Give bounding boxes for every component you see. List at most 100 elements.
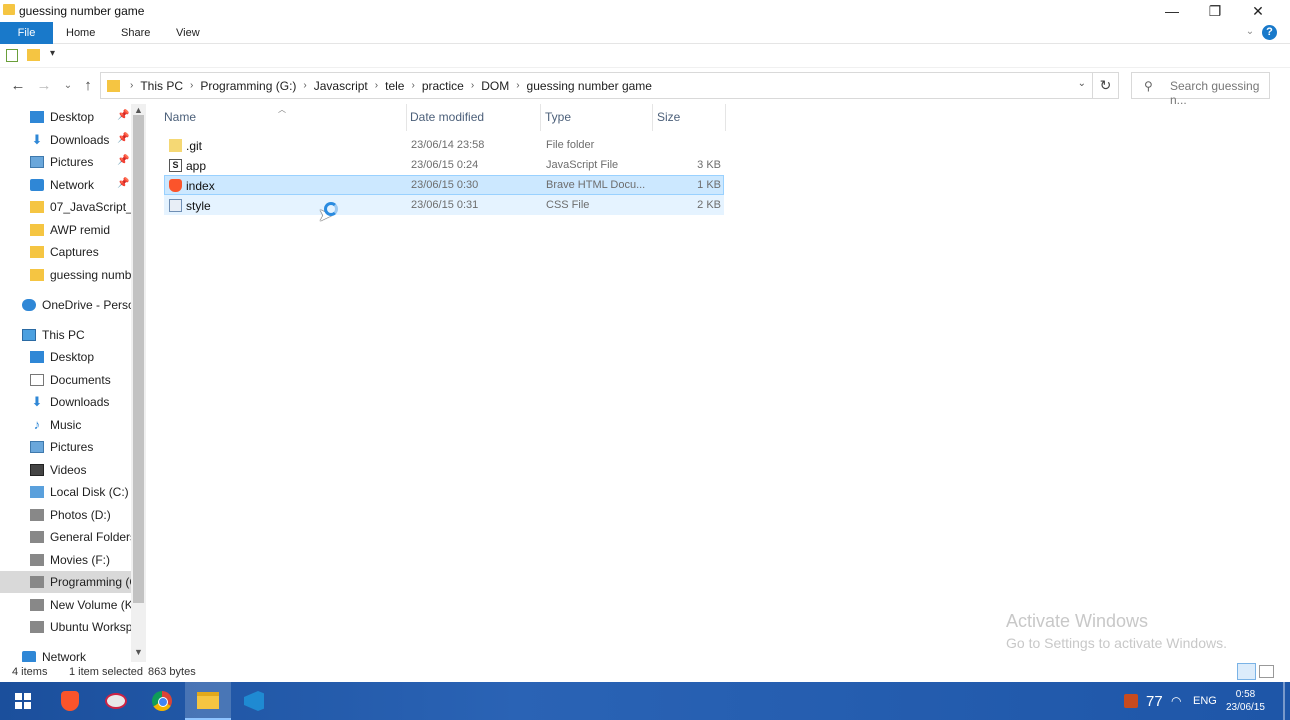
sidebar-item-network[interactable]: Network 📌: [0, 174, 131, 196]
show-desktop-button[interactable]: [1283, 682, 1285, 720]
breadcrumb-item[interactable]: Javascript: [314, 79, 368, 93]
taskbar-vscode[interactable]: [231, 682, 277, 720]
search-placeholder: Search guessing n...: [1170, 79, 1260, 107]
refresh-button[interactable]: ↻: [1093, 72, 1119, 99]
forward-button[interactable]: →: [34, 76, 54, 96]
column-header-size[interactable]: Size: [653, 104, 726, 131]
large-icons-view-icon[interactable]: [1259, 665, 1274, 678]
column-header-date[interactable]: Date modified: [406, 104, 541, 131]
column-header-name[interactable]: Name: [160, 104, 407, 131]
sidebar-item-drive[interactable]: Movies (F:): [0, 549, 131, 571]
sidebar-item-videos[interactable]: Videos: [0, 459, 131, 481]
sidebar-item-network[interactable]: Network: [0, 646, 131, 662]
expand-ribbon-icon[interactable]: ⌄: [1243, 26, 1257, 40]
taskbar-chrome[interactable]: [139, 682, 185, 720]
tab-home[interactable]: Home: [66, 22, 95, 44]
back-button[interactable]: ←: [8, 76, 28, 96]
recording-icon[interactable]: [1124, 694, 1138, 708]
sidebar-item-folder[interactable]: Captures: [0, 241, 131, 263]
sidebar-item-programming[interactable]: Programming (G: [0, 571, 131, 593]
folder-icon: [30, 201, 44, 213]
disk-icon: [30, 486, 44, 498]
sidebar-item-folder[interactable]: 07_JavaScript_in_: [0, 196, 131, 218]
breadcrumb-item[interactable]: This PC: [140, 79, 183, 93]
column-header-type[interactable]: Type: [541, 104, 653, 131]
breadcrumb-item[interactable]: tele: [385, 79, 404, 93]
up-button[interactable]: ↑: [78, 76, 98, 96]
scroll-up-icon[interactable]: ▲: [134, 105, 143, 115]
pictures-icon: [30, 156, 44, 168]
file-row[interactable]: S app 23/06/15 0:24 JavaScript File 3 KB: [164, 155, 724, 175]
item-count: 4 items: [12, 666, 48, 678]
videos-icon: [30, 464, 44, 476]
sidebar-item-drive[interactable]: General Folders (: [0, 526, 131, 548]
file-row[interactable]: .git 23/06/14 23:58 File folder: [164, 135, 724, 155]
maximize-button[interactable]: ❐: [1193, 0, 1237, 22]
pin-icon: 📌: [117, 133, 130, 144]
sidebar-item-drive[interactable]: New Volume (K:): [0, 594, 131, 616]
sidebar-item-desktop[interactable]: Desktop: [0, 346, 131, 368]
recent-locations-button[interactable]: ⌄: [58, 76, 78, 96]
sidebar-item-folder[interactable]: AWP remid: [0, 219, 131, 241]
taskbar-editor[interactable]: [93, 682, 139, 720]
drive-icon: [30, 509, 44, 521]
customize-toolbar-icon[interactable]: ▾: [50, 48, 55, 59]
breadcrumb-item[interactable]: Programming (G:): [200, 79, 296, 93]
sidebar-item-local-disk[interactable]: Local Disk (C:): [0, 481, 131, 503]
pc-icon: [22, 329, 36, 341]
chrome-icon: [152, 691, 172, 711]
sidebar-item-folder[interactable]: guessing numbe: [0, 264, 131, 286]
sidebar-item-drive[interactable]: Photos (D:): [0, 504, 131, 526]
sidebar-scrollbar[interactable]: ▲ ▼: [131, 104, 146, 662]
properties-icon[interactable]: [6, 49, 18, 62]
pin-icon: 📌: [117, 155, 130, 166]
windows-logo-icon: [15, 693, 31, 709]
breadcrumb-item[interactable]: practice: [422, 79, 464, 93]
tab-view[interactable]: View: [176, 22, 200, 44]
wifi-icon[interactable]: ◠: [1171, 682, 1181, 720]
sidebar-item-documents[interactable]: Documents: [0, 369, 131, 391]
sidebar-item-this-pc[interactable]: This PC: [0, 324, 131, 346]
sidebar-item-downloads[interactable]: ⬇ Downloads: [0, 391, 131, 413]
selection-size: 863 bytes: [148, 666, 196, 678]
temperature[interactable]: 77: [1146, 682, 1163, 720]
tab-share[interactable]: Share: [121, 22, 150, 44]
clock[interactable]: 0:58 23/06/15: [1226, 682, 1265, 720]
taskbar-file-explorer[interactable]: [185, 682, 231, 720]
scroll-down-icon[interactable]: ▼: [134, 647, 143, 657]
sidebar-item-pictures[interactable]: Pictures: [0, 436, 131, 458]
vscode-icon: [244, 691, 264, 711]
ribbon-tabs: File Home Share View ⌄ ?: [0, 22, 1290, 44]
address-dropdown-icon[interactable]: ⌄: [1078, 78, 1086, 89]
desktop-icon: [30, 111, 44, 123]
start-button[interactable]: [0, 682, 46, 720]
documents-icon: [30, 374, 44, 386]
breadcrumb-item[interactable]: DOM: [481, 79, 509, 93]
taskbar-brave[interactable]: [47, 682, 93, 720]
tab-file[interactable]: File: [0, 22, 53, 44]
sidebar-item-desktop[interactable]: Desktop 📌: [0, 106, 131, 128]
help-icon[interactable]: ?: [1262, 25, 1277, 40]
taskbar: 77 ◠ ENG 0:58 23/06/15: [0, 682, 1290, 720]
new-folder-icon[interactable]: [27, 49, 40, 61]
status-bar: 4 items 1 item selected 863 bytes: [0, 662, 1290, 682]
details-view-icon[interactable]: [1237, 663, 1256, 680]
breadcrumb: › This PC › Programming (G:) › Javascrip…: [130, 78, 652, 93]
sidebar-item-drive[interactable]: Ubuntu Workspa: [0, 616, 131, 638]
sidebar-item-downloads[interactable]: ⬇ Downloads 📌: [0, 129, 131, 151]
breadcrumb-item[interactable]: guessing number game: [527, 79, 652, 93]
sidebar-item-pictures[interactable]: Pictures 📌: [0, 151, 131, 173]
scrollbar-thumb[interactable]: [133, 115, 144, 603]
file-row[interactable]: style 23/06/15 0:31 CSS File 2 KB: [164, 195, 724, 215]
sidebar-item-music[interactable]: ♪ Music: [0, 414, 131, 436]
close-button[interactable]: ✕: [1236, 0, 1280, 22]
file-row[interactable]: index 23/06/15 0:30 Brave HTML Docu... 1…: [164, 175, 724, 195]
sidebar-item-onedrive[interactable]: OneDrive - Person: [0, 294, 131, 316]
quick-access-toolbar: ▾: [0, 44, 1290, 68]
search-input[interactable]: ⚲ Search guessing n...: [1131, 72, 1270, 107]
minimize-button[interactable]: —: [1150, 0, 1194, 22]
language-indicator[interactable]: ENG: [1193, 682, 1217, 720]
downloads-icon: ⬇: [31, 132, 43, 147]
drive-icon: [30, 576, 44, 588]
address-bar[interactable]: › This PC › Programming (G:) › Javascrip…: [100, 72, 1093, 99]
